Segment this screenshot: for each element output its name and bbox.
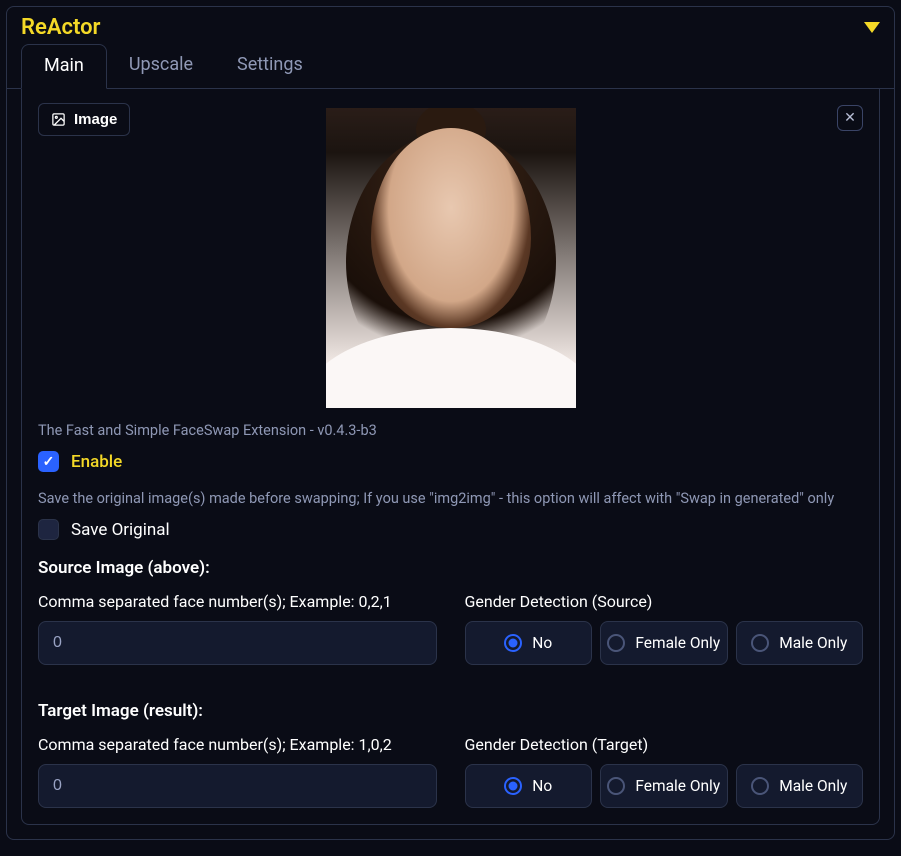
tab-settings[interactable]: Settings xyxy=(215,44,325,88)
source-gender-label: Gender Detection (Source) xyxy=(465,592,864,611)
source-face-numbers-label: Comma separated face number(s); Example:… xyxy=(38,592,437,611)
source-gender-female[interactable]: Female Only xyxy=(600,621,728,665)
target-gender-female-label: Female Only xyxy=(635,777,720,795)
target-gender-male-label: Male Only xyxy=(779,777,847,795)
save-original-checkbox[interactable] xyxy=(38,519,59,540)
source-gender-male-label: Male Only xyxy=(779,634,847,652)
source-gender-no[interactable]: No xyxy=(465,621,593,665)
radio-dot-icon xyxy=(607,777,625,795)
radio-dot-icon xyxy=(751,777,769,795)
target-face-numbers-col: Comma separated face number(s); Example:… xyxy=(38,735,437,808)
source-face-numbers-input[interactable] xyxy=(38,621,437,665)
remove-image-button[interactable]: ✕ xyxy=(837,105,863,131)
source-gender-no-label: No xyxy=(532,634,552,652)
tabs: Main Upscale Settings xyxy=(7,44,894,89)
target-gender-no[interactable]: No xyxy=(465,764,593,808)
panel-header: ReActor xyxy=(7,7,894,44)
target-gender-col: Gender Detection (Target) No Female Only… xyxy=(465,735,864,808)
face-placeholder-shoulders xyxy=(326,328,576,408)
enable-checkbox[interactable]: ✓ xyxy=(38,451,59,472)
enable-label: Enable xyxy=(71,452,122,472)
source-gender-radio-group: No Female Only Male Only xyxy=(465,621,864,665)
source-row: Comma separated face number(s); Example:… xyxy=(38,592,863,665)
source-gender-male[interactable]: Male Only xyxy=(736,621,864,665)
close-icon: ✕ xyxy=(844,110,856,126)
target-gender-label: Gender Detection (Target) xyxy=(465,735,864,754)
enable-row: ✓ Enable xyxy=(38,451,863,472)
target-gender-female[interactable]: Female Only xyxy=(600,764,728,808)
target-gender-male[interactable]: Male Only xyxy=(736,764,864,808)
tab-content-main: Image ✕ The Fast and Simple FaceSwap Ext… xyxy=(21,89,880,825)
radio-dot-icon xyxy=(504,777,522,795)
source-section-label: Source Image (above): xyxy=(38,558,863,578)
image-icon xyxy=(51,112,66,127)
extension-description: The Fast and Simple FaceSwap Extension -… xyxy=(38,422,863,439)
target-row: Comma separated face number(s); Example:… xyxy=(38,735,863,808)
target-gender-no-label: No xyxy=(532,777,552,795)
target-face-numbers-label: Comma separated face number(s); Example:… xyxy=(38,735,437,754)
image-tab-label: Image xyxy=(74,111,117,128)
source-face-numbers-col: Comma separated face number(s); Example:… xyxy=(38,592,437,665)
save-original-hint: Save the original image(s) made before s… xyxy=(38,490,863,507)
tab-upscale[interactable]: Upscale xyxy=(107,44,215,88)
source-gender-col: Gender Detection (Source) No Female Only… xyxy=(465,592,864,665)
target-section-label: Target Image (result): xyxy=(38,701,863,721)
collapse-icon[interactable] xyxy=(864,22,880,33)
radio-dot-icon xyxy=(751,634,769,652)
save-original-label: Save Original xyxy=(71,520,170,540)
target-face-numbers-input[interactable] xyxy=(38,764,437,808)
target-gender-radio-group: No Female Only Male Only xyxy=(465,764,864,808)
source-image-preview-wrap xyxy=(38,108,863,408)
image-tab-button[interactable]: Image xyxy=(38,103,130,136)
panel-title: ReActor xyxy=(21,15,100,40)
save-original-row: Save Original xyxy=(38,519,863,540)
reactor-panel: ReActor Main Upscale Settings Image ✕ xyxy=(6,6,895,840)
tab-main[interactable]: Main xyxy=(21,44,107,89)
source-gender-female-label: Female Only xyxy=(635,634,720,652)
radio-dot-icon xyxy=(504,634,522,652)
radio-dot-icon xyxy=(607,634,625,652)
source-image-preview[interactable] xyxy=(326,108,576,408)
